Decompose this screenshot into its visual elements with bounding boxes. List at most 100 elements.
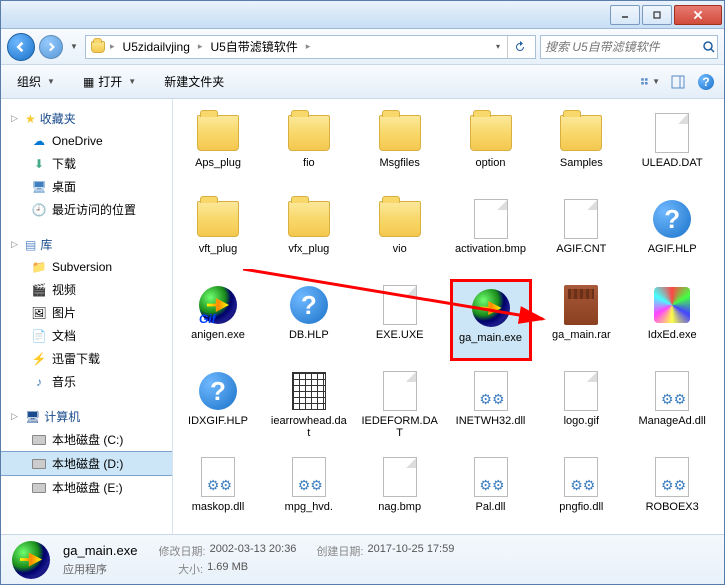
sidebar-item-subversion[interactable]: 📁Subversion bbox=[1, 256, 172, 278]
folder-icon bbox=[467, 111, 515, 155]
sidebar-item-disk-e[interactable]: 本地磁盘 (E:) bbox=[1, 476, 172, 499]
minimize-button[interactable] bbox=[610, 5, 640, 25]
search-icon[interactable] bbox=[702, 40, 716, 54]
file-item[interactable]: AGIF.CNT bbox=[540, 193, 622, 275]
exe-icon bbox=[467, 286, 515, 330]
file-item[interactable]: ⚙⚙mpg_hvd. bbox=[268, 451, 350, 533]
breadcrumb-item[interactable]: U5自带滤镜软件 bbox=[206, 36, 301, 57]
sidebar-item-thunder[interactable]: ⚡迅雷下载 bbox=[1, 347, 172, 370]
file-icon bbox=[376, 369, 424, 413]
file-icon bbox=[467, 197, 515, 241]
folder-icon bbox=[90, 39, 106, 55]
sidebar-item-documents[interactable]: 📄文档 bbox=[1, 324, 172, 347]
file-label: INETWH32.dll bbox=[456, 415, 526, 427]
file-item[interactable]: fio bbox=[268, 107, 350, 189]
computer-header[interactable]: ▷🖥计算机 bbox=[1, 405, 172, 428]
sidebar-item-pictures[interactable]: 🖼图片 bbox=[1, 301, 172, 324]
file-item[interactable]: Samples bbox=[540, 107, 622, 189]
refresh-button[interactable] bbox=[507, 36, 531, 58]
file-item[interactable]: option bbox=[450, 107, 532, 189]
file-label: Msgfiles bbox=[379, 157, 419, 169]
file-item[interactable]: Gif anigen.exe bbox=[177, 279, 259, 361]
file-item[interactable]: ⚙⚙Pal.dll bbox=[450, 451, 532, 533]
sidebar-item-recent[interactable]: 🕘最近访问的位置 bbox=[1, 198, 172, 221]
titlebar bbox=[1, 1, 724, 29]
breadcrumb-item[interactable]: U5zidailvjing bbox=[119, 38, 194, 56]
file-item[interactable]: ga_main.rar bbox=[540, 279, 622, 361]
video-icon: 🎬 bbox=[31, 282, 47, 298]
details-filename: ga_main.exe bbox=[63, 543, 137, 558]
file-item[interactable]: Aps_plug bbox=[177, 107, 259, 189]
sidebar-item-desktop[interactable]: 🖥桌面 bbox=[1, 175, 172, 198]
file-label: anigen.exe bbox=[191, 329, 245, 341]
newfolder-button[interactable]: 新建文件夹 bbox=[156, 69, 232, 94]
file-item[interactable]: EXE.UXE bbox=[359, 279, 441, 361]
help-button[interactable]: ? bbox=[696, 72, 716, 92]
dll-icon: ⚙⚙ bbox=[285, 455, 333, 499]
file-label: fio bbox=[303, 157, 315, 169]
file-icon bbox=[557, 369, 605, 413]
file-item[interactable]: activation.bmp bbox=[450, 193, 532, 275]
thunder-icon: ⚡ bbox=[31, 351, 47, 367]
dll-icon: ⚙⚙ bbox=[648, 369, 696, 413]
file-item[interactable]: iearrowhead.dat bbox=[268, 365, 350, 447]
file-label: pngfio.dll bbox=[559, 501, 603, 513]
file-item[interactable]: vfx_plug bbox=[268, 193, 350, 275]
disk-icon bbox=[31, 432, 47, 448]
sidebar-item-onedrive[interactable]: ☁OneDrive bbox=[1, 130, 172, 152]
computer-icon: 🖥 bbox=[25, 410, 40, 424]
file-item[interactable]: IdxEd.exe bbox=[631, 279, 713, 361]
view-button[interactable]: ▼ bbox=[640, 72, 660, 92]
close-button[interactable] bbox=[674, 5, 722, 25]
search-box[interactable] bbox=[540, 35, 718, 59]
file-item[interactable]: ⚙⚙ROBOEX3 bbox=[631, 451, 713, 533]
file-item[interactable]: vio bbox=[359, 193, 441, 275]
library-icon: ▤ bbox=[25, 238, 36, 252]
file-item[interactable]: ULEAD.DAT bbox=[631, 107, 713, 189]
file-item[interactable]: Msgfiles bbox=[359, 107, 441, 189]
file-item[interactable]: logo.gif bbox=[540, 365, 622, 447]
sidebar-item-disk-c[interactable]: 本地磁盘 (C:) bbox=[1, 428, 172, 451]
preview-pane-button[interactable] bbox=[668, 72, 688, 92]
nav-history-dropdown[interactable]: ▼ bbox=[67, 37, 81, 57]
file-item[interactable]: ?DB.HLP bbox=[268, 279, 350, 361]
dll-icon: ⚙⚙ bbox=[467, 369, 515, 413]
help-icon: ? bbox=[648, 197, 696, 241]
toolbar: 组织▼ ▦打开▼ 新建文件夹 ▼ ? bbox=[1, 65, 724, 99]
sidebar-item-music[interactable]: ♪音乐 bbox=[1, 370, 172, 393]
file-item[interactable]: ⚙⚙pngfio.dll bbox=[540, 451, 622, 533]
colorful-icon bbox=[648, 283, 696, 327]
file-list[interactable]: Aps_plugfio Msgfiles optionSamplesULEAD.DA… bbox=[173, 99, 724, 534]
file-icon bbox=[376, 455, 424, 499]
details-pane: ga_main.exe 修改日期:2002-03-13 20:36 创建日期:2… bbox=[1, 534, 724, 584]
favorites-header[interactable]: ▷★收藏夹 bbox=[1, 107, 172, 130]
sidebar-item-downloads[interactable]: ⬇下载 bbox=[1, 152, 172, 175]
file-label: vfx_plug bbox=[288, 243, 329, 255]
sidebar-item-videos[interactable]: 🎬视频 bbox=[1, 278, 172, 301]
file-item[interactable]: nag.bmp bbox=[359, 451, 441, 533]
file-item[interactable]: ?IDXGIF.HLP bbox=[177, 365, 259, 447]
file-label: logo.gif bbox=[564, 415, 599, 427]
file-item[interactable]: ?AGIF.HLP bbox=[631, 193, 713, 275]
file-item[interactable]: IEDEFORM.DAT bbox=[359, 365, 441, 447]
file-item[interactable]: ⚙⚙maskop.dll bbox=[177, 451, 259, 533]
exe-gif-icon: Gif bbox=[194, 283, 242, 327]
help-icon: ? bbox=[194, 369, 242, 413]
file-item[interactable]: ⚙⚙ INETWH32.dll bbox=[450, 365, 532, 447]
file-item[interactable]: ⚙⚙ManageAd.dll bbox=[631, 365, 713, 447]
file-label: vft_plug bbox=[199, 243, 238, 255]
sidebar-item-disk-d[interactable]: 本地磁盘 (D:) bbox=[1, 451, 172, 476]
file-item[interactable]: vft_plug bbox=[177, 193, 259, 275]
file-item[interactable]: ga_main.exe bbox=[450, 279, 532, 361]
address-path[interactable]: ▸ U5zidailvjing ▸ U5自带滤镜软件 ▸ ▾ bbox=[85, 35, 536, 59]
address-dropdown[interactable]: ▾ bbox=[491, 37, 505, 57]
open-button[interactable]: ▦打开▼ bbox=[75, 69, 144, 94]
libraries-header[interactable]: ▷▤库 bbox=[1, 233, 172, 256]
download-icon: ⬇ bbox=[31, 156, 47, 172]
search-input[interactable] bbox=[545, 40, 702, 54]
nav-back-button[interactable] bbox=[7, 33, 35, 61]
file-label: activation.bmp bbox=[455, 243, 526, 255]
maximize-button[interactable] bbox=[642, 5, 672, 25]
nav-forward-button[interactable] bbox=[39, 35, 63, 59]
organize-button[interactable]: 组织▼ bbox=[9, 69, 63, 94]
